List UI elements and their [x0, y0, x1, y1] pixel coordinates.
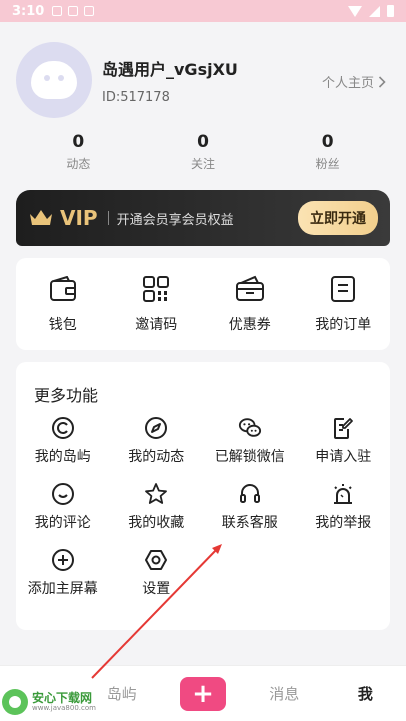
- menu-label: 已解锁微信: [214, 449, 285, 465]
- island-icon: [51, 416, 75, 440]
- menu-label: 我的评论: [34, 515, 91, 531]
- profile-stats: 0 动态 0 关注 0 粉丝: [16, 132, 390, 176]
- menu-my-posts[interactable]: 我的动态: [110, 416, 204, 466]
- star-icon: [144, 482, 168, 506]
- profile-header: 岛遇用户_vGsjXU ID:517178 个人主页: [16, 42, 390, 122]
- menu-add-home-screen[interactable]: 添加主屏幕: [16, 548, 110, 598]
- menu-label: 我的岛屿: [34, 449, 91, 465]
- watermark-logo-icon: [2, 689, 28, 715]
- menu-apply-join[interactable]: 申请入驻: [297, 416, 391, 466]
- watermark: 安心下载网 www.java800.com: [2, 686, 106, 718]
- menu-label: 我的举报: [315, 515, 372, 531]
- alarm-icon: [331, 482, 355, 506]
- vip-divider: [107, 211, 109, 225]
- quick-action-label: 邀请码: [135, 317, 178, 333]
- menu-label: 我的收藏: [128, 515, 185, 531]
- more-features-title: 更多功能: [34, 386, 99, 405]
- quick-action-orders[interactable]: 我的订单: [297, 274, 391, 334]
- quick-actions-card: 钱包 邀请码 优惠券 我的订单: [16, 258, 390, 350]
- tab-messages[interactable]: 消息: [244, 683, 325, 704]
- notification-icon: [52, 6, 63, 16]
- watermark-title: 安心下载网: [32, 690, 93, 705]
- menu-my-comments[interactable]: 我的评论: [16, 482, 110, 532]
- notification-icon: [68, 6, 79, 16]
- compass-icon: [144, 416, 168, 440]
- vip-activate-button[interactable]: 立即开通: [298, 201, 378, 235]
- quick-action-label: 优惠券: [228, 317, 271, 333]
- stat-following[interactable]: 0 关注: [141, 132, 266, 176]
- settings-icon: [144, 548, 168, 572]
- menu-my-reports[interactable]: 我的举报: [297, 482, 391, 532]
- menu-settings[interactable]: 设置: [110, 548, 204, 598]
- notification-icon: [84, 6, 95, 16]
- quick-action-wallet[interactable]: 钱包: [16, 274, 110, 334]
- vip-badge: VIP: [60, 206, 98, 230]
- menu-my-island[interactable]: 我的岛屿: [16, 416, 110, 466]
- watermark-url: www.java800.com: [32, 703, 96, 712]
- status-time: 3:10: [12, 3, 45, 19]
- vip-description: 开通会员享会员权益: [116, 212, 234, 228]
- homepage-link[interactable]: 个人主页: [322, 72, 386, 91]
- quick-action-coupon[interactable]: 优惠券: [203, 274, 297, 334]
- edit-note-icon: [331, 416, 355, 440]
- homepage-link-label: 个人主页: [321, 76, 374, 91]
- menu-label: 设置: [142, 581, 171, 597]
- chevron-right-icon: [378, 75, 386, 88]
- wallet-icon: [48, 274, 78, 304]
- wifi-icon: [348, 5, 362, 17]
- add-post-button[interactable]: +: [180, 676, 226, 711]
- battery-icon: [387, 5, 394, 17]
- signal-icon: [369, 5, 380, 17]
- menu-contact-support[interactable]: 联系客服: [203, 482, 297, 532]
- more-features-grid: 我的岛屿 我的动态 已解锁微信 申请入驻 我的评论 我的收藏 联系客服 我的举报…: [16, 416, 390, 598]
- wechat-icon: [238, 416, 262, 440]
- ghost-avatar-icon: [31, 61, 77, 99]
- username: 岛遇用户_vGsjXU: [102, 60, 238, 79]
- crown-icon: [30, 210, 52, 225]
- tab-create[interactable]: +: [162, 676, 243, 711]
- menu-my-favorites[interactable]: 我的收藏: [110, 482, 204, 532]
- menu-label: 我的动态: [128, 449, 185, 465]
- quick-action-invite-code[interactable]: 邀请码: [110, 274, 204, 334]
- headset-icon: [238, 482, 262, 506]
- more-features-card: 更多功能 我的岛屿 我的动态 已解锁微信 申请入驻 我的评论 我的收藏 联系客服…: [16, 362, 390, 630]
- user-id: ID:517178: [102, 90, 170, 105]
- coupon-icon: [235, 274, 265, 304]
- qr-code-icon: [141, 274, 171, 304]
- status-bar: 3:10: [0, 0, 406, 22]
- tab-me[interactable]: 我: [325, 683, 406, 704]
- stat-followers[interactable]: 0 粉丝: [265, 132, 390, 176]
- menu-label: 添加主屏幕: [27, 581, 98, 597]
- menu-label: 申请入驻: [315, 449, 372, 465]
- stat-label: 粉丝: [315, 157, 340, 171]
- order-icon: [328, 274, 358, 304]
- stat-label: 动态: [66, 157, 91, 171]
- plus-circle-icon: [51, 548, 75, 572]
- stat-label: 关注: [191, 157, 216, 171]
- comment-icon: [51, 482, 75, 506]
- quick-action-label: 钱包: [48, 317, 77, 333]
- stat-posts[interactable]: 0 动态: [16, 132, 141, 176]
- quick-action-label: 我的订单: [315, 317, 372, 333]
- menu-label: 联系客服: [221, 515, 278, 531]
- avatar[interactable]: [16, 42, 92, 118]
- menu-unlocked-wechat[interactable]: 已解锁微信: [203, 416, 297, 466]
- stat-value: 0: [321, 132, 334, 152]
- stat-value: 0: [72, 132, 85, 152]
- vip-banner[interactable]: VIP 开通会员享会员权益 立即开通: [16, 190, 390, 246]
- stat-value: 0: [197, 132, 209, 152]
